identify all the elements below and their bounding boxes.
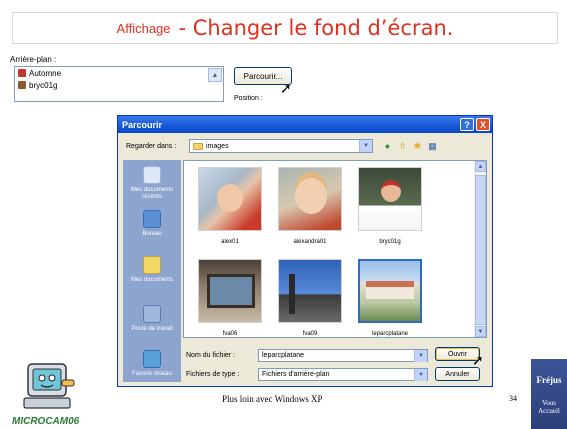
new-folder-icon[interactable]: ✱	[412, 141, 423, 152]
look-in-dropdown[interactable]: images ▼	[189, 139, 373, 153]
photo-thumbnail-icon	[198, 167, 262, 231]
place-label: Favoris réseau	[132, 371, 172, 377]
file-label: leparcplatane	[371, 331, 409, 337]
list-item-label: bryc01g	[29, 80, 58, 90]
file-thumbnail[interactable]: leparcplatane	[358, 259, 422, 337]
close-button[interactable]: X	[476, 118, 490, 131]
scroll-thumb[interactable]	[475, 175, 486, 325]
cancel-button[interactable]: Annuler	[435, 367, 480, 381]
dialog-title: Parcourir	[122, 119, 163, 130]
filetype-row: Fichiers de type : Fichiers d'arrière-pl…	[186, 368, 428, 381]
recent-documents-icon	[143, 166, 161, 184]
place-network[interactable]: Favoris réseau	[123, 350, 181, 378]
list-item-label: Automne	[29, 68, 62, 78]
background-list[interactable]: Automne bryc01g	[14, 66, 224, 102]
photo-thumbnail-icon	[198, 259, 262, 323]
file-label: fva06	[222, 331, 238, 337]
network-places-icon	[143, 350, 161, 368]
place-label: Bureau	[142, 231, 162, 237]
help-button[interactable]: ?	[460, 118, 474, 131]
background-label: Arrière-plan :	[10, 55, 57, 64]
toolbar: ● ⇧ ✱ ▦	[382, 141, 438, 152]
dialog-titlebar[interactable]: Parcourir ? X	[118, 116, 492, 133]
file-thumbnail[interactable]: bryc01g	[358, 167, 422, 245]
position-label: Position :	[234, 95, 263, 102]
file-view[interactable]: alex01 alexandra01 bryc01g fva06 fva09 l…	[183, 160, 487, 338]
title-prefix: Affichage	[116, 20, 171, 36]
up-folder-icon[interactable]: ⇧	[397, 141, 408, 152]
list-item[interactable]: bryc01g	[15, 79, 223, 91]
place-label: Mes documents	[130, 277, 174, 283]
filename-row: Nom du fichier : leparcplatane ▼	[186, 349, 428, 362]
chevron-down-icon[interactable]: ▼	[414, 350, 427, 362]
my-computer-icon	[143, 305, 161, 323]
place-my-computer[interactable]: Poste de travail	[123, 305, 181, 333]
slide-title: Affichage - Changer le fond d’écran.	[12, 12, 558, 44]
file-label: alexandra01	[293, 239, 327, 245]
file-label: fva09	[302, 331, 318, 337]
file-thumbnail[interactable]: fva06	[198, 259, 262, 337]
badge-name: Fréjus	[536, 375, 562, 385]
vertical-scrollbar[interactable]: ▲ ▼	[474, 161, 486, 337]
mouse-cursor-icon: ➚	[280, 80, 292, 96]
list-item[interactable]: Automne	[15, 67, 223, 79]
photo-thumbnail-icon	[358, 167, 422, 231]
my-documents-icon	[143, 256, 161, 274]
folder-icon	[193, 142, 203, 150]
file-thumbnail[interactable]: fva09	[278, 259, 342, 337]
chevron-down-icon[interactable]: ▼	[359, 140, 372, 152]
look-in-row: Regarder dans : images ▼ ● ⇧ ✱ ▦	[126, 139, 438, 153]
filetype-value: Fichiers d'arrière-plan	[262, 371, 330, 378]
chevron-down-icon[interactable]: ▼	[414, 369, 427, 381]
footer-text: Plus loin avec Windows XP	[222, 394, 323, 404]
file-thumbnail[interactable]: alexandra01	[278, 167, 342, 245]
filetype-label: Fichiers de type :	[186, 371, 240, 378]
filetype-select[interactable]: Fichiers d'arrière-plan ▼	[258, 368, 428, 381]
look-in-value: images	[206, 142, 229, 150]
title-main: - Changer le fond d’écran.	[178, 16, 454, 40]
photo-thumbnail-icon	[358, 259, 422, 323]
place-recent-documents[interactable]: Mes documents récents	[123, 166, 181, 201]
badge-text: Vous Accueil	[538, 399, 560, 415]
filename-input[interactable]: leparcplatane ▼	[258, 349, 428, 362]
frejus-badge: Fréjus Vous Accueil	[531, 359, 567, 429]
places-bar: Mes documents récents Bureau Mes documen…	[123, 160, 181, 382]
place-desktop[interactable]: Bureau	[123, 210, 181, 238]
back-icon[interactable]: ●	[382, 141, 393, 152]
page-number: 34	[509, 394, 517, 403]
scroll-down-button[interactable]: ▼	[475, 326, 486, 337]
scroll-up-button[interactable]: ▲	[208, 68, 222, 82]
place-label: Mes documents récents	[130, 187, 174, 200]
filename-value: leparcplatane	[262, 352, 305, 359]
image-file-icon	[18, 81, 26, 89]
file-thumbnail[interactable]: alex01	[198, 167, 262, 245]
browse-dialog: Parcourir ? X Regarder dans : images ▼ ●…	[117, 115, 493, 387]
look-in-label: Regarder dans :	[126, 142, 177, 150]
mouse-cursor-icon: ➚	[472, 352, 484, 368]
photo-thumbnail-icon	[278, 167, 342, 231]
place-label: Poste de travail	[131, 326, 173, 332]
badge-line-2: Accueil	[538, 407, 560, 415]
desktop-icon	[143, 210, 161, 228]
place-my-documents[interactable]: Mes documents	[123, 256, 181, 284]
file-label: alex01	[221, 239, 239, 245]
scroll-up-button[interactable]: ▲	[475, 161, 486, 172]
microcam-mascot-icon	[18, 360, 78, 416]
logo-text: MICROCAM06	[12, 416, 80, 427]
filename-label: Nom du fichier :	[186, 352, 236, 359]
view-menu-icon[interactable]: ▦	[427, 141, 438, 152]
badge-line-1: Vous	[542, 399, 556, 407]
image-file-icon	[18, 69, 26, 77]
file-label: bryc01g	[379, 239, 401, 245]
photo-thumbnail-icon	[278, 259, 342, 323]
